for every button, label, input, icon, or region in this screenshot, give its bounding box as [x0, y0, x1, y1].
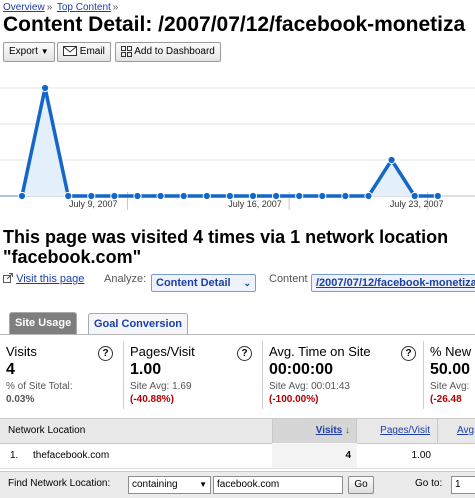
chevron-down-icon: ⌄ [243, 278, 251, 288]
header-pages-per-visit[interactable]: Pages/Visit [358, 419, 438, 443]
external-link-icon [3, 273, 13, 283]
chart-tick-label: July 16, 2007 [228, 199, 282, 209]
breadcrumb-top-content[interactable]: Top Content [57, 2, 111, 13]
scorecard-pages-per-visit: Pages/Visit ? 1.00 Site Avg: 1.69 (-40.88… [124, 341, 263, 409]
goto-input[interactable]: 1 [451, 476, 475, 494]
analyze-label: Analyze: [104, 273, 147, 285]
dashboard-icon [121, 45, 132, 57]
breadcrumb-separator: » [46, 2, 53, 13]
scorecard-subtext: Site Avg: 00:01:43 (-100.00%) [269, 381, 350, 405]
chart-tick-label: July 9, 2007 [69, 199, 118, 209]
visit-page-link[interactable]: Visit this page [3, 273, 84, 285]
dashboard-label: Add to Dashboard [134, 46, 215, 57]
scorecard-subtext: Site Avg: 1.69 (-40.88%) [130, 381, 192, 405]
summary-line-2: "facebook.com" [3, 247, 142, 267]
breadcrumb-separator: » [112, 2, 119, 13]
dropdown-arrow-icon: ▼ [199, 480, 207, 489]
analyze-select-value: Content Detail [156, 277, 231, 289]
scorecard-avg-time: Avg. Time on Site ? 00:00:00 Site Avg: 0… [263, 341, 424, 409]
chart-area [22, 88, 438, 196]
header-visits[interactable]: Visits ↓ [272, 419, 357, 443]
find-label: Find Network Location: [8, 478, 111, 489]
scorecard-value: 4 [6, 361, 15, 378]
help-icon[interactable]: ? [401, 346, 416, 361]
chart-point [202, 191, 211, 201]
chart-point [341, 191, 350, 201]
dropdown-arrow-icon: ▼ [40, 47, 49, 56]
scorecard-subtext: % of Site Total: 0.03% [6, 381, 73, 405]
scorecard-subtext: Site Avg: (-26.48 [430, 381, 470, 405]
content-label: Content [269, 273, 308, 285]
breadcrumb-overview[interactable]: Overview [3, 2, 45, 13]
chart-point [156, 191, 165, 201]
goto-label: Go to: [415, 478, 443, 489]
summary-line-1: This page was visited 4 times via 1 netw… [3, 227, 449, 247]
scorecard-label: % New [430, 344, 472, 359]
chart-point [364, 191, 373, 201]
table-header: Network Location Visits ↓ Pages/Visit Av… [0, 418, 475, 444]
find-query-input[interactable]: facebook.com [213, 476, 343, 494]
sort-down-arrow-icon: ↓ [345, 425, 350, 436]
summary-heading: This page was visited 4 times via 1 netw… [3, 227, 448, 267]
row-index: 1. [10, 450, 19, 461]
table-row: 1. thefacebook.com 4 1.00 [0, 443, 475, 469]
header-avg[interactable]: Avg [457, 419, 474, 443]
row-visits: 4 [272, 443, 357, 468]
tabs-divider [0, 334, 475, 335]
page-title: Content Detail: /2007/07/12/facebook-mon… [3, 13, 466, 36]
visits-chart: July 9, 2007 July 16, 2007 July 23, 2007 [0, 83, 475, 210]
email-label: Email [79, 46, 105, 57]
scorecard-label: Pages/Visit [130, 344, 195, 359]
chart-point [318, 191, 327, 201]
chart-point [17, 191, 27, 201]
chart-tick-label: July 23, 2007 [390, 199, 444, 209]
go-button[interactable]: Go [348, 476, 374, 494]
add-to-dashboard-button[interactable]: Add to Dashboard [115, 42, 221, 62]
find-mode-select[interactable]: containing ▼ [128, 476, 211, 494]
chart-point [41, 83, 50, 93]
envelope-icon [63, 46, 77, 57]
chart-series-line [20, 86, 438, 198]
content-select[interactable]: /2007/07/12/facebook-monetiza [311, 274, 475, 292]
chart-point [133, 191, 142, 201]
scorecard-new-visits: % New 50.00 Site Avg: (-26.48 [424, 341, 475, 409]
scorecard-visits: Visits ? 4 % of Site Total: 0.03% [0, 341, 124, 409]
visit-page-label: Visit this page [16, 273, 85, 285]
export-label: Export [9, 46, 38, 57]
scorecard-label: Avg. Time on Site [269, 344, 371, 359]
chart-point [179, 191, 188, 201]
content-select-value: /2007/07/12/facebook-monetiza [316, 277, 475, 289]
scorecard-value: 1.00 [130, 361, 162, 378]
chart-point [295, 191, 304, 201]
help-icon[interactable]: ? [237, 346, 252, 361]
find-bar: Find Network Location: containing ▼ face… [0, 471, 475, 498]
scorecard-label: Visits [6, 344, 37, 359]
row-location-link[interactable]: thefacebook.com [33, 443, 109, 468]
email-button[interactable]: Email [57, 42, 111, 62]
tab-goal-conversion[interactable]: Goal Conversion [88, 313, 189, 334]
export-button[interactable]: Export ▼ [3, 42, 55, 62]
analyze-select[interactable]: Content Detail ⌄ [151, 274, 256, 292]
row-pages-per-visit: 1.00 [411, 450, 431, 461]
header-network-location[interactable]: Network Location [8, 419, 85, 443]
scorecard-value: 00:00:00 [269, 361, 334, 378]
tab-site-usage[interactable]: Site Usage [9, 312, 78, 335]
chart-point [387, 155, 396, 165]
help-icon[interactable]: ? [98, 346, 113, 361]
breadcrumb: Overview» Top Content» [3, 2, 120, 13]
scorecard-value: 50.00 [430, 361, 471, 378]
